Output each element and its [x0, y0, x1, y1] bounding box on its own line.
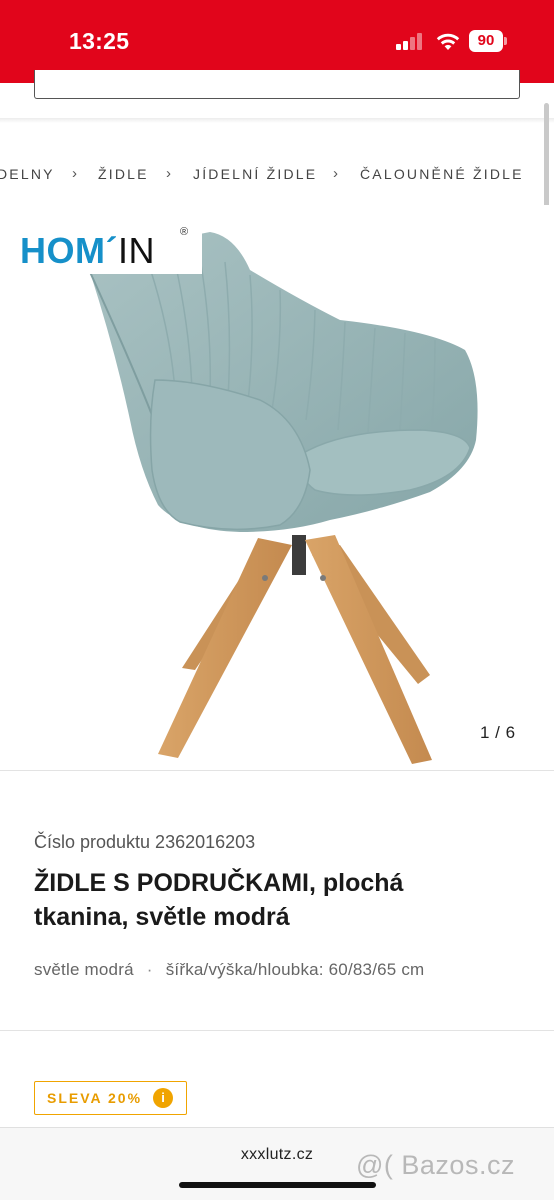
breadcrumb-separator: › [72, 166, 77, 182]
product-meta: světle modrá · šířka/výška/hloubka: 60/83/… [34, 960, 424, 980]
product-title-bold: ŽIDLE [34, 869, 107, 897]
breadcrumb-item-jidelni-zidle[interactable]: JÍDELNÍ ŽIDLE [193, 166, 317, 182]
status-time: 13:25 [69, 28, 130, 54]
battery-icon: 90 [469, 30, 507, 52]
brand-logo: HOM´IN ® [14, 224, 202, 274]
breadcrumb-item-calounene-zidle[interactable]: ČALOUNĚNÉ ŽIDLE [360, 166, 524, 182]
wifi-icon [436, 33, 460, 50]
gallery-divider [0, 770, 554, 771]
home-indicator[interactable] [179, 1182, 376, 1188]
product-image-gallery[interactable] [0, 205, 554, 770]
info-icon[interactable]: i [153, 1088, 173, 1108]
meta-separator: · [146, 960, 153, 979]
search-input[interactable] [34, 70, 520, 99]
battery-level: 90 [469, 30, 503, 52]
discount-label: SLEVA 20% [47, 1090, 143, 1106]
info-divider [0, 1030, 554, 1031]
breadcrumb-separator: › [166, 166, 171, 182]
watermark: @( Bazos.cz [356, 1150, 515, 1180]
product-color: světle modrá [34, 960, 134, 979]
brand-logo-in: IN [117, 230, 155, 271]
brand-logo-hom: HOM´ [20, 230, 118, 271]
product-image-chair [89, 232, 478, 764]
breadcrumb-separator: › [333, 166, 338, 182]
brand-logo-registered: ® [180, 226, 189, 238]
product-title: ŽIDLE S PODRUČKAMI, plochá tkanina, svět… [34, 866, 504, 934]
product-number: Číslo produktu 2362016203 [34, 832, 256, 852]
image-counter: 1 / 6 [480, 723, 516, 742]
breadcrumb-item-jidelny[interactable]: DELNY [0, 166, 55, 182]
breadcrumb-item-zidle[interactable]: ŽIDLE [98, 166, 149, 182]
cellular-signal-icon [396, 33, 424, 50]
header-divider [0, 118, 554, 123]
product-dimensions: šířka/výška/hloubka: 60/83/65 cm [165, 960, 425, 979]
breadcrumb: DELNY › ŽIDLE › JÍDELNÍ ŽIDLE › ČALOUNĚN… [0, 166, 554, 188]
discount-badge: SLEVA 20% i [34, 1081, 187, 1115]
